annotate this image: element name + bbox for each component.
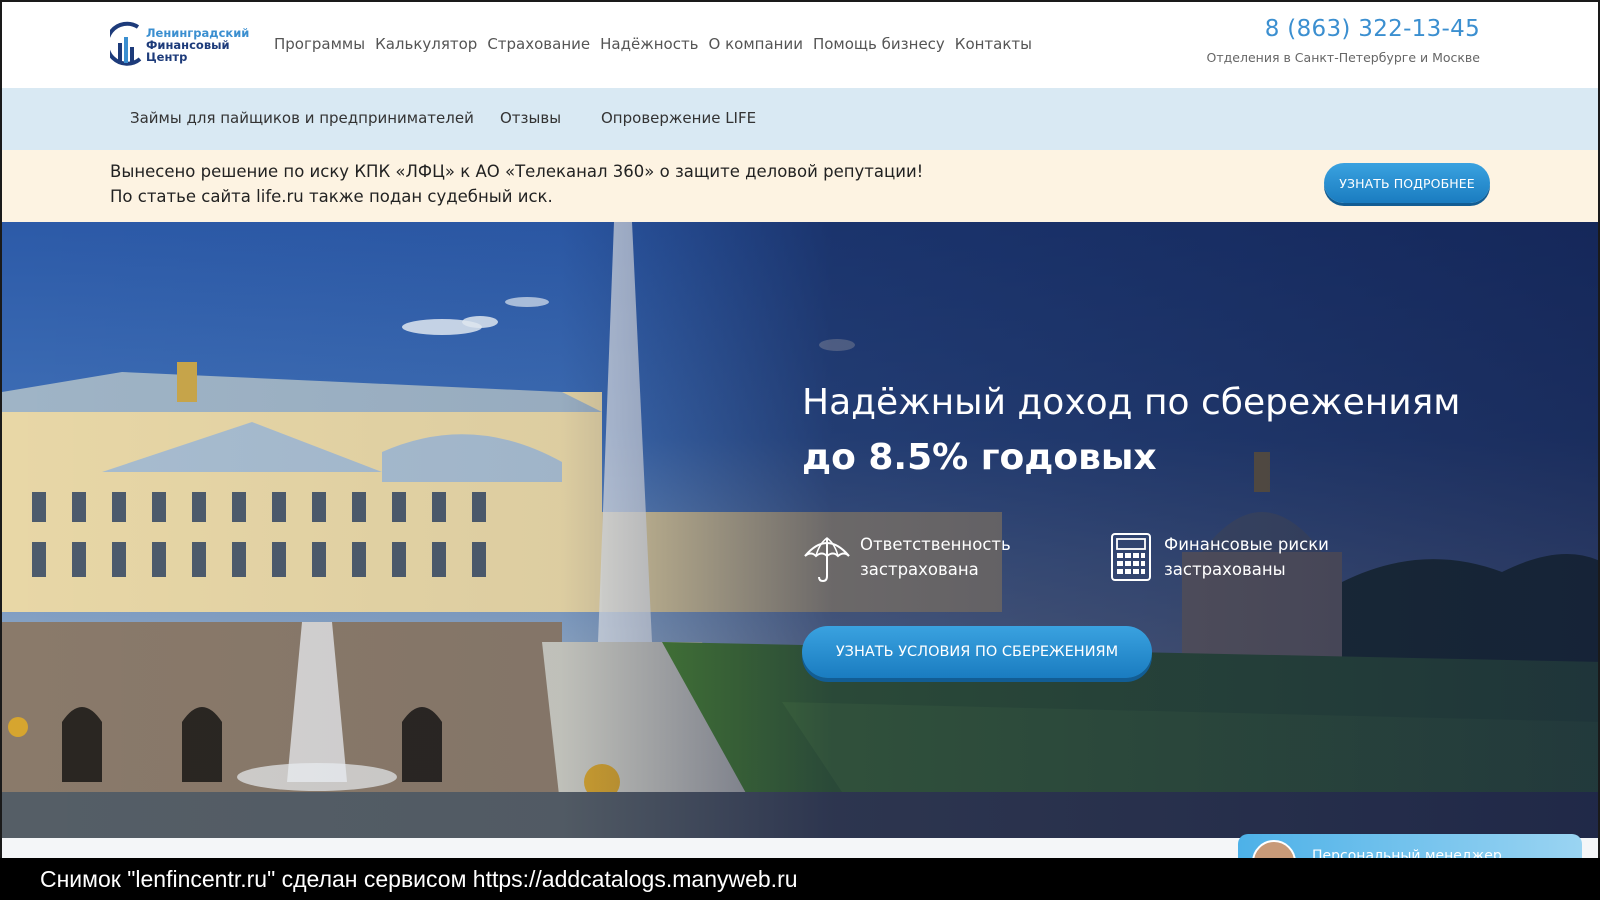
notice-text: Вынесено решение по иску КПК «ЛФЦ» к АО … bbox=[110, 159, 923, 209]
nav-reliability[interactable]: Надёжность bbox=[600, 35, 698, 53]
secondary-nav: Займы для пайщиков и предпринимателей От… bbox=[2, 88, 1598, 150]
nav-insurance[interactable]: Страхование bbox=[487, 35, 590, 53]
notice-line-2: По статье сайта life.ru также подан суде… bbox=[110, 187, 553, 206]
feature-responsibility-text: Ответственность застрахована bbox=[860, 532, 1011, 582]
branches-text: Отделения в Санкт-Петербурге и Москве bbox=[1206, 50, 1480, 65]
main-nav: Программы Калькулятор Страхование Надёжн… bbox=[274, 35, 1042, 53]
feature-2-line-2: застрахованы bbox=[1164, 560, 1286, 579]
hero-title: Надёжный доход по сбережениям до 8.5% го… bbox=[802, 382, 1460, 478]
notice-banner: Вынесено решение по иску КПК «ЛФЦ» к АО … bbox=[2, 150, 1598, 222]
feature-financial-risks-text: Финансовые риски застрахованы bbox=[1164, 532, 1329, 582]
nav-programs[interactable]: Программы bbox=[274, 35, 365, 53]
logo-line-3: Центр bbox=[146, 50, 188, 64]
site-logo[interactable]: Ленинградский Финансовый Центр bbox=[110, 20, 260, 70]
calculator-icon bbox=[1111, 533, 1151, 581]
hero-overlay bbox=[2, 222, 1598, 838]
nav-business-help[interactable]: Помощь бизнесу bbox=[813, 35, 945, 53]
feature-responsibility: Ответственность застрахована bbox=[802, 532, 1011, 582]
notice-line-1: Вынесено решение по иску КПК «ЛФЦ» к АО … bbox=[110, 162, 924, 181]
subnav-loans[interactable]: Займы для пайщиков и предпринимателей bbox=[130, 109, 474, 127]
feature-2-line-1: Финансовые риски bbox=[1164, 535, 1329, 554]
subnav-reviews[interactable]: Отзывы bbox=[500, 109, 561, 127]
hero-title-line-1: Надёжный доход по сбережениям bbox=[802, 382, 1461, 423]
logo-text: Ленинградский Финансовый Центр bbox=[146, 27, 249, 63]
feature-1-line-1: Ответственность bbox=[860, 535, 1011, 554]
feature-financial-risks: Финансовые риски застрахованы bbox=[1106, 532, 1329, 582]
learn-more-button[interactable]: УЗНАТЬ ПОДРОБНЕЕ bbox=[1324, 163, 1490, 203]
umbrella-icon bbox=[804, 537, 850, 582]
phone-link[interactable]: 8 (863) 322-13-45 bbox=[1207, 16, 1480, 42]
nav-contacts[interactable]: Контакты bbox=[955, 35, 1032, 53]
subnav-life-refutation[interactable]: Опровержение LIFE bbox=[601, 109, 756, 127]
feature-1-line-2: застрахована bbox=[860, 560, 979, 579]
nav-calculator[interactable]: Калькулятор bbox=[375, 35, 477, 53]
hero-section: Надёжный доход по сбережениям до 8.5% го… bbox=[2, 222, 1598, 838]
nav-about[interactable]: О компании bbox=[709, 35, 803, 53]
browser-page: Ленинградский Финансовый Центр Программы… bbox=[0, 0, 1600, 900]
site-header: Ленинградский Финансовый Центр Программы… bbox=[2, 2, 1598, 88]
header-contact: 8 (863) 322-13-45 Отделения в Санкт-Пете… bbox=[1207, 16, 1480, 65]
screenshot-caption: Снимок "lenfincentr.ru" сделан сервисом … bbox=[0, 858, 1600, 900]
savings-terms-button[interactable]: УЗНАТЬ УСЛОВИЯ ПО СБЕРЕЖЕНИЯМ bbox=[802, 626, 1152, 678]
hero-title-line-2: до 8.5% годовых bbox=[802, 437, 1157, 478]
lfc-logo-icon bbox=[110, 21, 142, 66]
